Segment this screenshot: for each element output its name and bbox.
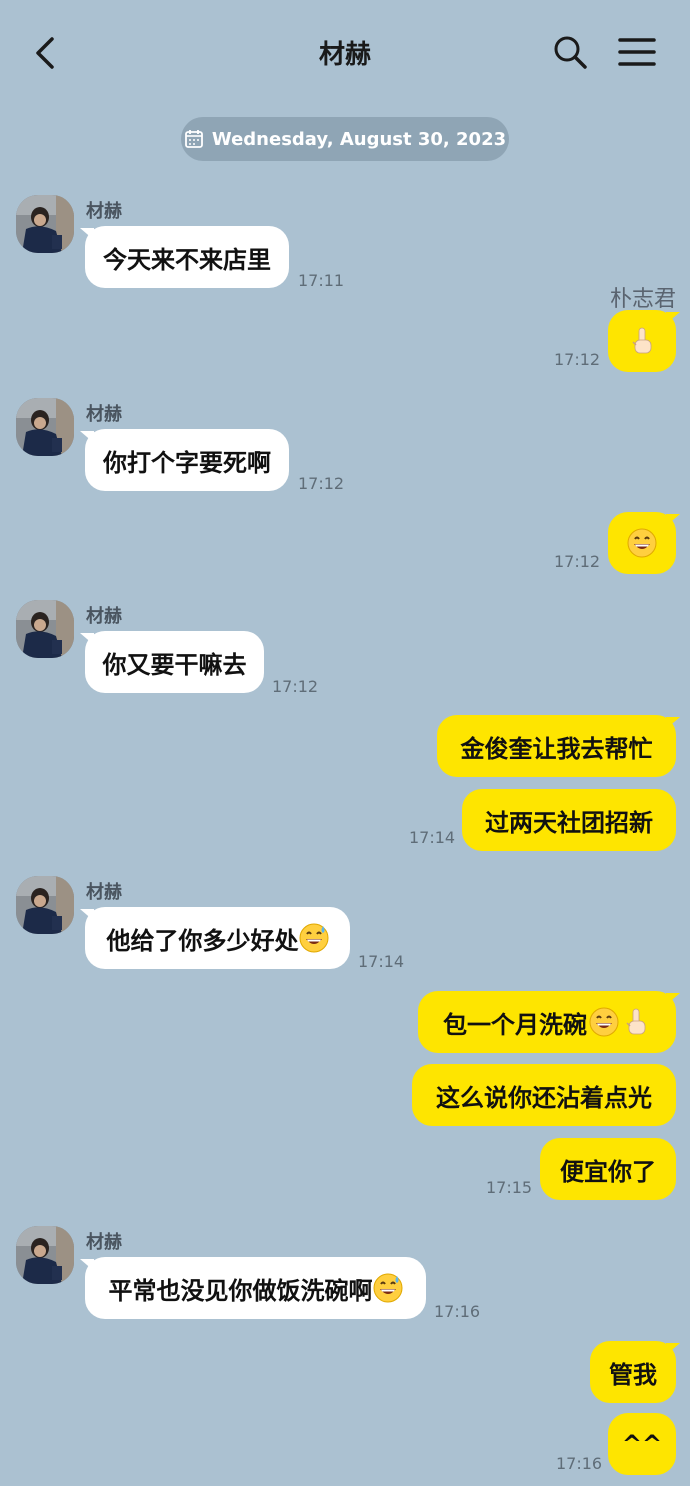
my-name: 朴志君 <box>609 287 676 312</box>
message-bubble-outgoing[interactable]: 这么说你还沾着点光 <box>412 1064 676 1126</box>
message-time: 17:14 <box>358 952 405 971</box>
message-bubble-outgoing[interactable]: 过两天社团招新 <box>462 789 676 851</box>
avatar[interactable] <box>16 600 74 658</box>
message-time: 17:11 <box>298 271 345 290</box>
sender-name: 材赫 <box>86 606 122 627</box>
message-bubble-outgoing[interactable]: 金俊奎让我去帮忙 <box>437 715 676 777</box>
sender-name: 材赫 <box>86 1232 122 1253</box>
message-bubble-incoming[interactable]: 你打个字要死啊 <box>85 429 289 491</box>
calendar-icon <box>184 130 203 148</box>
hamburger-menu-icon[interactable] <box>618 36 656 68</box>
pointing-up-emoji-icon <box>621 1007 651 1037</box>
message-time: 17:12 <box>272 677 319 696</box>
message-bubble-outgoing[interactable]: 便宜你了 <box>540 1138 676 1200</box>
message-time: 17:12 <box>554 552 601 571</box>
avatar[interactable] <box>16 195 74 253</box>
message-time: 17:16 <box>556 1454 603 1473</box>
search-icon[interactable] <box>552 34 588 70</box>
date-text: Wednesday, August 30, 2023 <box>211 128 507 150</box>
message-text: 平常也没见你做饭洗碗啊 <box>108 1276 373 1305</box>
message-bubble-outgoing[interactable] <box>608 310 676 372</box>
pointing-up-emoji-icon <box>627 326 657 356</box>
grinning-face-emoji-icon <box>627 528 657 558</box>
sweat-smile-emoji-icon <box>299 923 329 953</box>
message-time: 17:12 <box>298 474 345 493</box>
message-bubble-outgoing[interactable]: 包一个月洗碗 <box>418 991 676 1053</box>
message-bubble-outgoing[interactable]: ^^ <box>608 1413 676 1475</box>
message-time: 17:14 <box>409 828 456 847</box>
sweat-smile-emoji-icon <box>373 1273 403 1303</box>
message-text: 他给了你多少好处 <box>106 926 299 955</box>
message-bubble-incoming[interactable]: 平常也没见你做饭洗碗啊 <box>85 1257 426 1319</box>
message-bubble-incoming[interactable]: 他给了你多少好处 <box>85 907 350 969</box>
sender-name: 材赫 <box>86 201 122 222</box>
message-time: 17:15 <box>486 1178 533 1197</box>
avatar[interactable] <box>16 1226 74 1284</box>
message-text: 包一个月洗碗 <box>443 1010 587 1039</box>
avatar[interactable] <box>16 398 74 456</box>
message-time: 17:16 <box>434 1302 481 1321</box>
sender-name: 材赫 <box>86 882 122 903</box>
avatar[interactable] <box>16 876 74 934</box>
date-divider: Wednesday, August 30, 2023 <box>181 117 509 161</box>
sender-name: 材赫 <box>86 404 122 425</box>
message-bubble-outgoing[interactable]: 管我 <box>590 1341 676 1403</box>
grinning-face-emoji-icon <box>589 1007 619 1037</box>
message-bubble-incoming[interactable]: 你又要干嘛去 <box>85 631 264 693</box>
message-bubble-incoming[interactable]: 今天来不来店里 <box>85 226 289 288</box>
message-time: 17:12 <box>554 350 601 369</box>
message-bubble-outgoing[interactable] <box>608 512 676 574</box>
